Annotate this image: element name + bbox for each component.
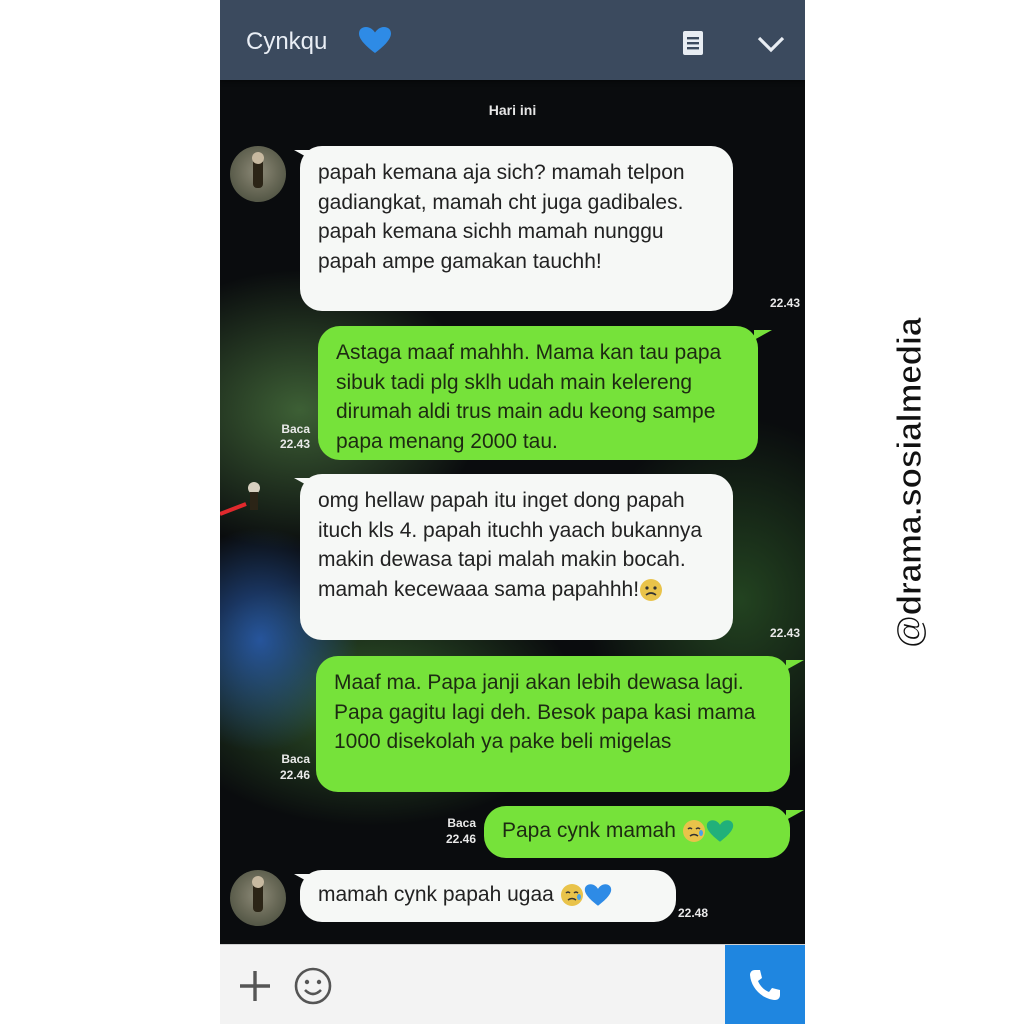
call-button[interactable] bbox=[725, 945, 805, 1024]
contact-name[interactable]: Cynkqu bbox=[246, 28, 327, 56]
message-bubble-outgoing[interactable]: Astaga maaf mahhh. Mama kan tau papa sib… bbox=[318, 326, 758, 460]
chat-header: Cynkqu bbox=[220, 0, 805, 80]
blue-heart-icon bbox=[359, 27, 391, 53]
message-text: papah kemana aja sich? mamah telpon gadi… bbox=[318, 161, 685, 273]
chevron-down-icon[interactable] bbox=[756, 34, 786, 54]
message-time: 22.43 bbox=[769, 626, 800, 640]
bubble-tail bbox=[786, 660, 804, 670]
message-text: Papa cynk mamah bbox=[502, 819, 676, 842]
message-text: mamah cynk papah ugaa bbox=[318, 883, 554, 906]
message-time: 22.43 bbox=[279, 437, 310, 451]
contact-avatar[interactable] bbox=[230, 870, 286, 926]
message-bubble-incoming[interactable]: mamah cynk papah ugaa bbox=[300, 870, 676, 922]
chat-screen: Cynkqu Hari ini papah kemana aja sich? m… bbox=[220, 0, 805, 1024]
read-status: Baca bbox=[447, 816, 476, 830]
message-bubble-incoming[interactable]: omg hellaw papah itu inget dong papah it… bbox=[300, 474, 733, 640]
message-input-bar bbox=[220, 944, 805, 1024]
message-bubble-outgoing[interactable]: Papa cynk mamah bbox=[484, 806, 790, 858]
notes-icon[interactable] bbox=[682, 30, 704, 56]
message-text: Astaga maaf mahhh. Mama kan tau papa sib… bbox=[336, 341, 722, 453]
sad-face-icon bbox=[639, 578, 663, 611]
message-bubble-outgoing[interactable]: Maaf ma. Papa janji akan lebih dewasa la… bbox=[316, 656, 790, 792]
green-heart-icon bbox=[706, 819, 734, 852]
date-separator: Hari ini bbox=[488, 102, 537, 118]
watermark-text: @drama.sosialmedia bbox=[891, 317, 930, 649]
message-time: 22.46 bbox=[279, 768, 310, 782]
message-text: Maaf ma. Papa janji akan lebih dewasa la… bbox=[334, 671, 756, 753]
message-bubble-incoming[interactable]: papah kemana aja sich? mamah telpon gadi… bbox=[300, 146, 733, 311]
message-time: 22.43 bbox=[769, 296, 800, 310]
bubble-tail bbox=[754, 330, 772, 340]
message-time: 22.46 bbox=[445, 832, 476, 846]
contact-avatar[interactable] bbox=[230, 146, 286, 202]
crying-face-icon bbox=[560, 883, 584, 916]
bubble-tail bbox=[786, 810, 804, 820]
plus-icon[interactable] bbox=[238, 969, 272, 1003]
read-status: Baca bbox=[281, 752, 310, 766]
phone-icon bbox=[750, 970, 780, 1000]
smiley-icon[interactable] bbox=[294, 967, 332, 1005]
read-status: Baca bbox=[281, 422, 310, 436]
bubble-pointer-icon bbox=[220, 482, 260, 516]
message-time: 22.48 bbox=[678, 906, 709, 920]
crying-face-icon bbox=[682, 819, 706, 852]
blue-heart-icon bbox=[584, 883, 612, 916]
